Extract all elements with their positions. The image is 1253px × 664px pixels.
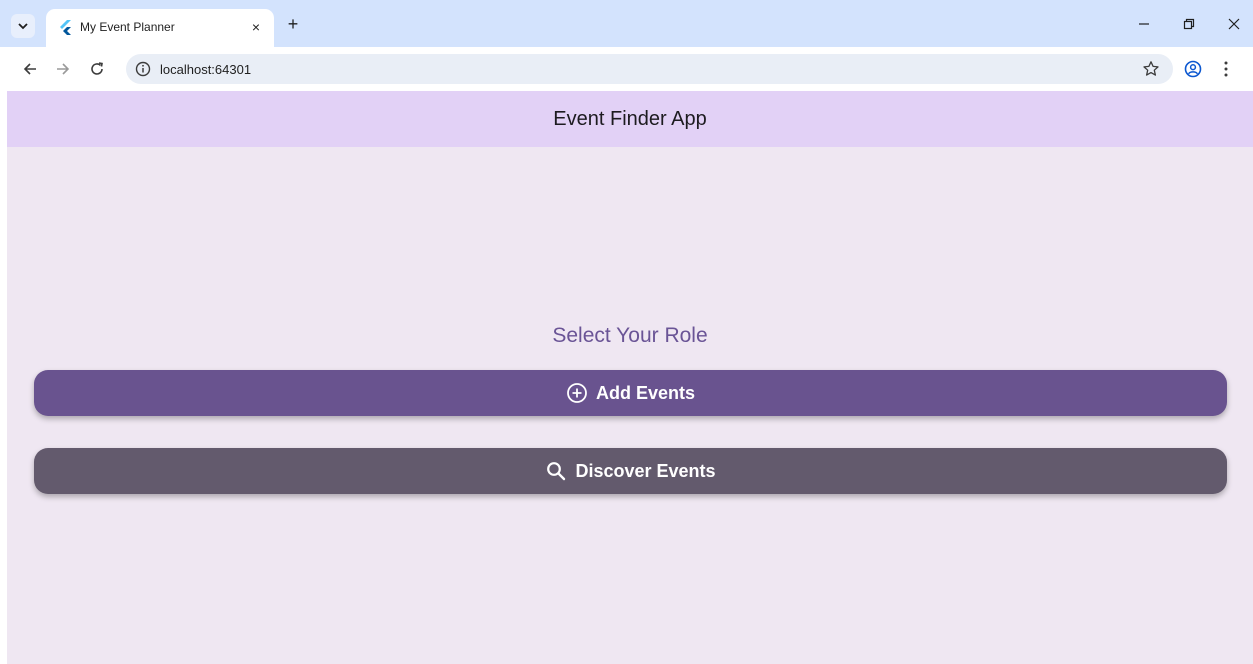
address-bar[interactable]: localhost:64301 [126,54,1173,84]
app-bar: Event Finder App [7,91,1253,147]
app-bar-title: Event Finder App [553,107,707,130]
site-info-icon[interactable] [135,61,151,77]
discover-events-label: Discover Events [575,460,716,481]
minimize-icon [1139,23,1149,25]
chevron-down-icon [18,23,28,30]
add-events-button[interactable]: Add Events [34,370,1227,416]
role-heading: Select Your Role [552,324,708,347]
profile-icon[interactable] [1184,60,1202,78]
search-icon [547,462,566,481]
tab-search-button[interactable] [11,14,35,38]
flutter-favicon-icon [60,20,71,35]
more-options-icon[interactable] [1222,60,1230,78]
add-circle-icon [567,383,587,403]
tab-close-icon[interactable]: × [246,17,266,37]
url-text: localhost:64301 [160,62,252,77]
tab-title: My Event Planner [80,20,175,34]
browser-tab[interactable]: My Event Planner × [46,9,274,47]
reload-icon [91,62,103,75]
browser-tab-strip: My Event Planner × + [0,0,1253,47]
restore-icon [1183,18,1195,30]
bookmark-star-icon[interactable] [1142,60,1160,78]
app-viewport: Event Finder App Select Your Role Add Ev… [7,91,1253,664]
discover-events-button[interactable]: Discover Events [34,448,1227,494]
restore-button[interactable] [1175,12,1203,36]
minimize-button[interactable] [1130,12,1158,36]
close-window-button[interactable] [1220,12,1248,36]
arrow-right-icon [57,63,70,75]
new-tab-button[interactable]: + [283,14,303,34]
browser-toolbar: localhost:64301 [0,47,1253,91]
forward-button[interactable] [51,57,75,81]
back-button[interactable] [18,57,42,81]
arrow-left-icon [23,63,36,75]
close-icon [1228,18,1240,30]
reload-button[interactable] [85,57,109,81]
add-events-label: Add Events [595,382,696,403]
